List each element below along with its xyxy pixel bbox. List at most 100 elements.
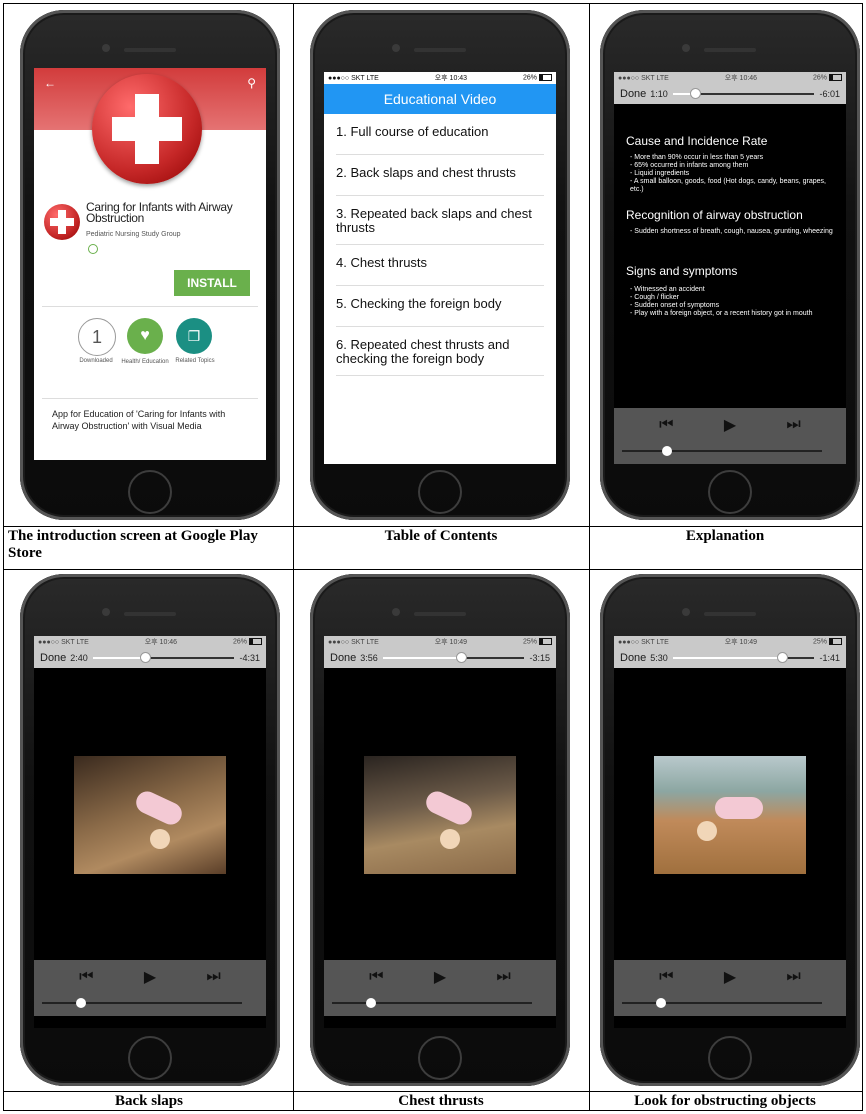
- volume-knob[interactable]: [656, 998, 666, 1008]
- scrubber-knob[interactable]: [140, 652, 152, 663]
- volume-track[interactable]: [622, 998, 822, 1008]
- battery-level: 25%: [522, 638, 537, 646]
- explanation-line: - Witnessed an accident: [630, 286, 705, 293]
- video-top-bar: Done 5:30 -1:41: [614, 648, 846, 668]
- developer-name[interactable]: Pediatric Nursing Study Group: [86, 231, 181, 238]
- previous-icon[interactable]: ⏮: [659, 968, 673, 986]
- health-icon[interactable]: ♥: [127, 318, 163, 354]
- playback-controls: ⏮ ▶ ⏭: [324, 960, 556, 1016]
- video-frame[interactable]: [74, 756, 226, 874]
- clock: 오후 10:49: [434, 639, 468, 646]
- video-top-bar: Done 3:56 -3:15: [324, 648, 556, 668]
- play-icon[interactable]: ▶: [724, 415, 736, 435]
- explanation-line: - Sudden shortness of breath, cough, nau…: [630, 228, 833, 235]
- scrubber-track[interactable]: [92, 652, 235, 663]
- scrubber-track[interactable]: [382, 652, 525, 663]
- elapsed-time: 3:56: [360, 653, 378, 663]
- playback-controls: ⏮ ▶ ⏭: [34, 960, 266, 1016]
- carrier-label: ●●●○○ SKT LTE: [38, 638, 89, 646]
- related-topics-icon[interactable]: ❐: [176, 318, 212, 354]
- remaining-time: -6:01: [819, 89, 840, 99]
- video-frame[interactable]: [654, 756, 806, 874]
- toc-list: 1. Full course of education 2. Back slaps…: [324, 114, 556, 376]
- category-label[interactable]: Health/ Education: [121, 358, 169, 367]
- previous-icon[interactable]: ⏮: [369, 968, 383, 986]
- playback-controls: ⏮ ▶ ⏭: [614, 408, 846, 464]
- caption-back-slaps: Back slaps: [115, 1093, 183, 1109]
- install-button[interactable]: INSTALL: [174, 270, 250, 296]
- infant-manikin: [422, 788, 476, 829]
- home-button[interactable]: [418, 470, 462, 514]
- next-icon[interactable]: ⏭: [786, 416, 800, 434]
- related-label[interactable]: Related Topics: [166, 358, 224, 364]
- toc-item[interactable]: 5. Checking the foreign body: [336, 286, 544, 327]
- volume-knob[interactable]: [662, 446, 672, 456]
- toc-item[interactable]: 1. Full course of education: [336, 114, 544, 155]
- home-button[interactable]: [128, 1036, 172, 1080]
- scrubber-knob[interactable]: [776, 652, 788, 663]
- speaker-grille: [704, 612, 756, 616]
- explanation-content: Cause and Incidence Rate - More than 90%…: [614, 104, 846, 318]
- manikin-head: [150, 829, 170, 850]
- volume-track[interactable]: [622, 446, 822, 456]
- play-icon[interactable]: ▶: [434, 967, 446, 987]
- previous-icon[interactable]: ⏮: [79, 968, 93, 986]
- camera-icon: [392, 44, 400, 52]
- next-icon[interactable]: ⏭: [496, 968, 510, 986]
- elapsed-time: 5:30: [650, 653, 668, 663]
- battery-icon: [538, 74, 552, 82]
- video-screen: ●●●○○ SKT LTE 오후 10:46 26% Done 2:40 -4:…: [34, 636, 266, 1028]
- done-button[interactable]: Done: [330, 652, 356, 664]
- previous-icon[interactable]: ⏮: [659, 416, 673, 434]
- toc-item[interactable]: 3. Repeated back slaps and chest thrusts: [336, 196, 544, 245]
- scrubber-knob[interactable]: [690, 88, 702, 99]
- battery-level: 26%: [232, 638, 247, 646]
- clock: 오후 10:49: [724, 639, 758, 646]
- toc-item[interactable]: 2. Back slaps and chest thrusts: [336, 155, 544, 196]
- home-button[interactable]: [418, 1036, 462, 1080]
- scrubber-fill: [382, 657, 461, 659]
- toc-item[interactable]: 6. Repeated chest thrusts and checking t…: [336, 327, 544, 376]
- battery-level: 26%: [522, 74, 537, 82]
- home-button[interactable]: [708, 470, 752, 514]
- explanation-line: - Play with a foreign object, or a recen…: [630, 310, 813, 317]
- section-signs-lines: - Witnessed an accident - Cough / flicker…: [626, 286, 836, 318]
- manikin-head: [696, 820, 717, 841]
- done-button[interactable]: Done: [620, 652, 646, 664]
- volume-knob[interactable]: [366, 998, 376, 1008]
- camera-icon: [392, 608, 400, 616]
- video-screen: ●●●○○ SKT LTE 오후 10:49 25% Done 5:30 -1:…: [614, 636, 846, 1028]
- play-icon[interactable]: ▶: [144, 967, 156, 987]
- battery-icon: [538, 638, 552, 646]
- toc-item[interactable]: 4. Chest thrusts: [336, 245, 544, 286]
- speaker-grille: [414, 612, 466, 616]
- volume-track[interactable]: [332, 998, 532, 1008]
- explanation-line: - A small balloon, goods, food (Hot dogs…: [630, 178, 826, 193]
- play-icon[interactable]: ▶: [724, 967, 736, 987]
- volume-knob[interactable]: [76, 998, 86, 1008]
- scrubber-track[interactable]: [672, 652, 815, 663]
- explanation-line: - Cough / flicker: [630, 294, 680, 301]
- scrubber-fill: [92, 657, 146, 659]
- volume-track[interactable]: [42, 998, 242, 1008]
- caption-chest-thrusts: Chest thrusts: [398, 1093, 484, 1109]
- app-title: Caring for Infants with Airway Obstructi…: [86, 200, 233, 225]
- done-button[interactable]: Done: [620, 88, 646, 100]
- done-button[interactable]: Done: [40, 652, 66, 664]
- camera-icon: [682, 608, 690, 616]
- battery-icon: [828, 74, 842, 82]
- home-button[interactable]: [708, 1036, 752, 1080]
- scrubber-knob[interactable]: [455, 652, 467, 663]
- search-icon[interactable]: ⚲: [247, 76, 256, 90]
- back-arrow-icon[interactable]: ←: [44, 76, 56, 90]
- video-frame[interactable]: [364, 756, 516, 874]
- next-icon[interactable]: ⏭: [786, 968, 800, 986]
- home-button[interactable]: [128, 470, 172, 514]
- next-icon[interactable]: ⏭: [206, 968, 220, 986]
- scrubber-track[interactable]: [672, 88, 815, 99]
- toc-header: Educational Video: [324, 84, 556, 114]
- section-recognition-title: Recognition of airway obstruction: [626, 208, 803, 222]
- elapsed-time: 1:10: [650, 89, 668, 99]
- manikin-head: [440, 829, 460, 850]
- phone-explanation: ●●●○○ SKT LTE 오후 10:46 26% Done 1:10 -6:…: [600, 10, 860, 520]
